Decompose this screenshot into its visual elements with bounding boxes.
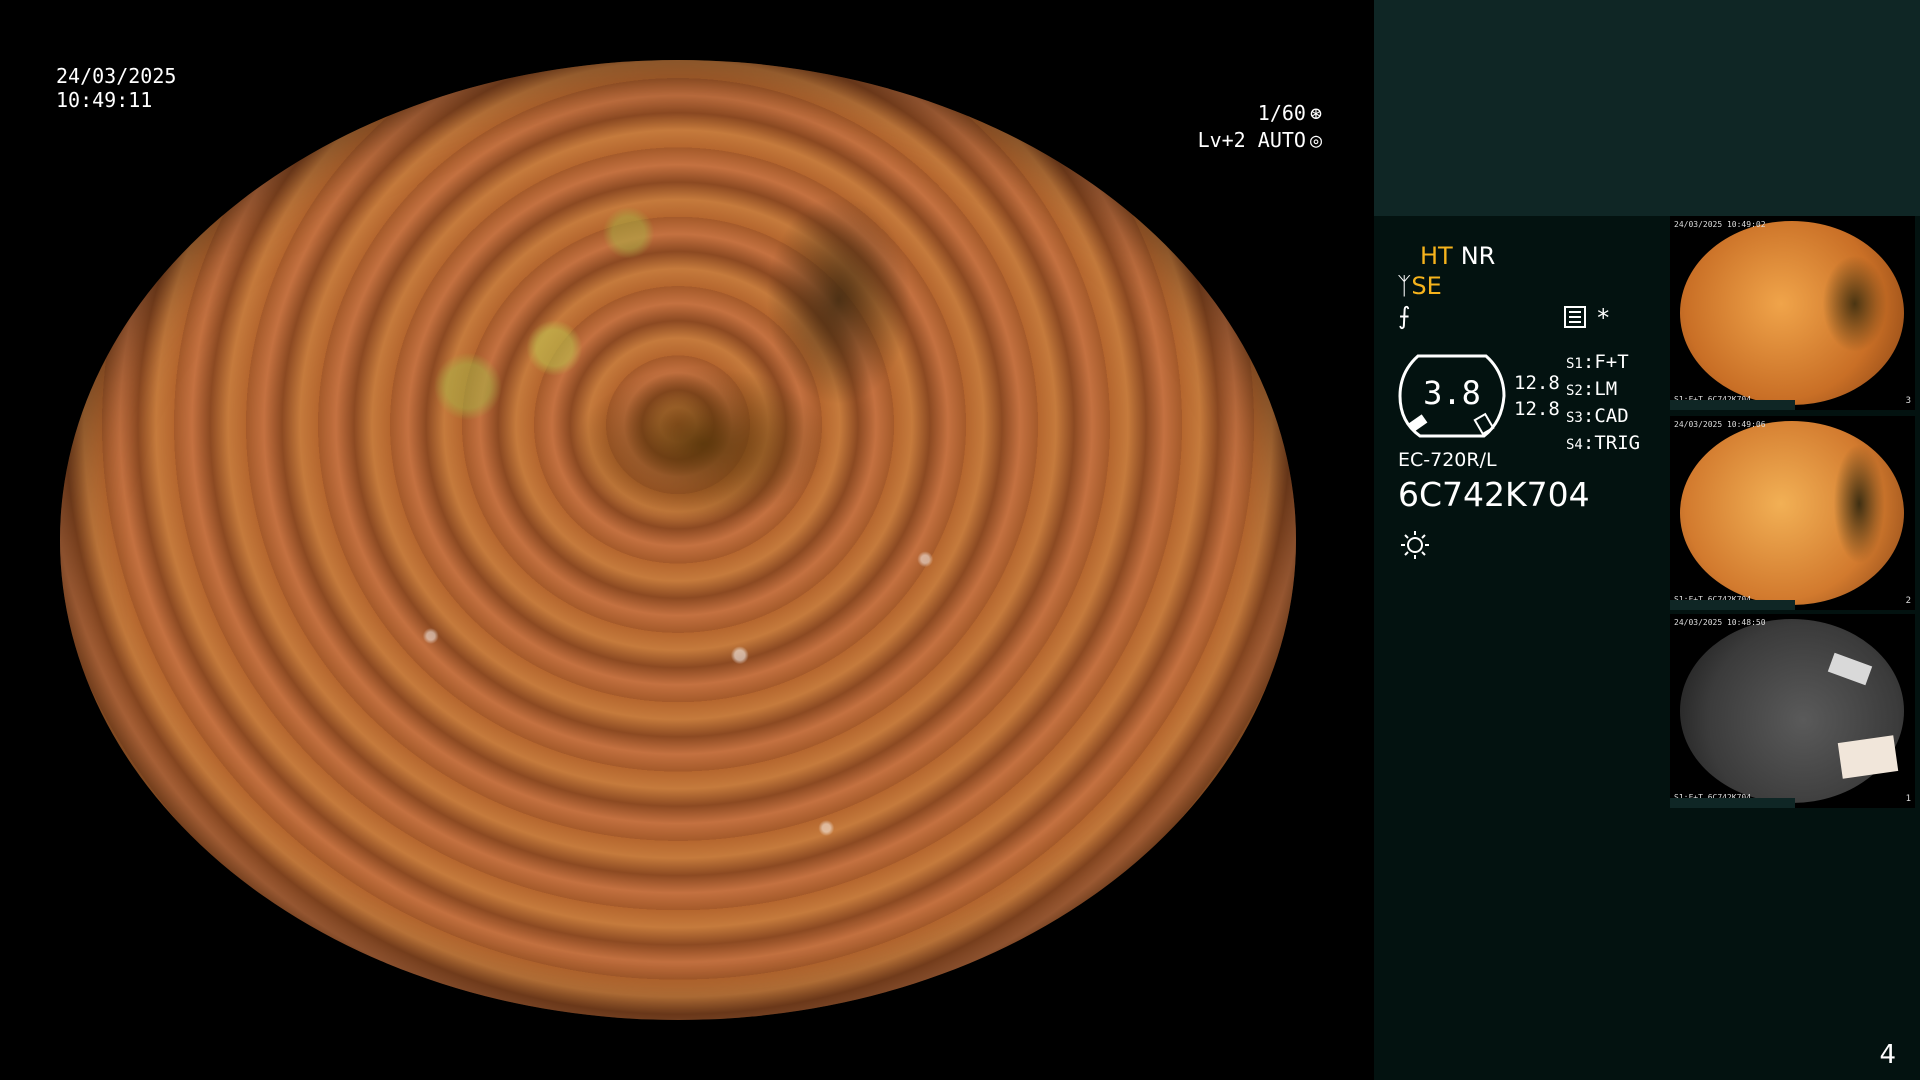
iris-icon: ◎ — [1309, 128, 1322, 152]
scope-serial: 6C742K704 — [1398, 475, 1590, 514]
slot-key: S3 — [1566, 410, 1583, 426]
slot-value: F+T — [1594, 351, 1629, 373]
thumbnail-light-shape — [1827, 652, 1873, 686]
exposure-info: 1/60 ⊛ Lv+2 AUTO ◎ — [1142, 100, 1322, 154]
level-label: Lv+2 — [1197, 128, 1246, 152]
se-mode-label: SE — [1411, 272, 1442, 300]
slot-key: S2 — [1566, 383, 1583, 399]
brightness-icon — [1401, 531, 1429, 559]
menu-settings-icon — [1564, 306, 1586, 328]
thumbnail-index: 1 — [1905, 794, 1911, 804]
scope-tip-icon: ᛉ — [1397, 272, 1412, 300]
thumbnail-bar — [1670, 798, 1795, 808]
endoscope-image — [60, 60, 1296, 1020]
shutter-icon: ⊛ — [1309, 101, 1322, 125]
gauge-value: 3.8 — [1423, 374, 1481, 412]
slot-value: TRIG — [1594, 432, 1641, 454]
capture-thumbnail[interactable]: 24/03/2025 10:49:02 S1:F+T 6C742K704 3 — [1670, 216, 1915, 410]
thumbnail-index: 3 — [1905, 396, 1911, 406]
thumbnail-timestamp: 24/03/2025 10:49:02 — [1674, 220, 1766, 229]
slot-key: S1 — [1566, 356, 1583, 372]
shutter-label: 1/60 — [1257, 101, 1306, 125]
slot-value: CAD — [1594, 405, 1629, 427]
capture-thumbnail[interactable]: 24/03/2025 10:48:50 S1:F+T 6C742K704 1 — [1670, 614, 1915, 808]
slot-row: S3:CAD — [1566, 405, 1629, 427]
nr-mode-label: NR — [1460, 242, 1496, 270]
thumbnail-index: 2 — [1905, 596, 1911, 606]
slot-row: S1:F+T — [1566, 351, 1629, 373]
thumbnail-timestamp: 24/03/2025 10:49:06 — [1674, 420, 1766, 429]
thumbnail-timestamp: 24/03/2025 10:48:50 — [1674, 618, 1766, 627]
se-mode-row: ᛉSE — [1397, 272, 1442, 300]
slot-key: S4 — [1566, 437, 1583, 453]
datetime-display: 24/03/2025 10:49:11 — [56, 64, 176, 112]
main-endoscope-view: 24/03/2025 10:49:11 1/60 ⊛ Lv+2 AUTO ◎ — [0, 0, 1374, 1080]
capture-thumbnail[interactable]: 24/03/2025 10:49:06 S1:F+T 6C742K704 2 — [1670, 416, 1915, 610]
gauge-subvalue-1: 12.8 — [1514, 372, 1560, 394]
thumbnail-bar — [1670, 600, 1795, 610]
ht-mode-label: HT — [1420, 242, 1453, 270]
switch-assignments: S1:F+T S2:LM S3:CAD S4:TRIG — [1566, 350, 1640, 458]
thumbnail-image — [1680, 221, 1904, 405]
gauge-subvalue-2: 12.8 — [1514, 398, 1560, 420]
time-label: 10:49:11 — [56, 88, 153, 112]
thumbnail-image — [1680, 619, 1904, 803]
gauge-subvalues: 12.8 12.8 — [1514, 370, 1560, 422]
thumbnail-image — [1680, 421, 1904, 605]
mode-indicators: HT NR — [1420, 242, 1495, 270]
asterisk-indicator: * — [1596, 304, 1611, 332]
slot-row: S2:LM — [1566, 378, 1618, 400]
slot-row: S4:TRIG — [1566, 432, 1641, 454]
slot-value: LM — [1594, 378, 1618, 400]
page-number: 4 — [1879, 1040, 1896, 1070]
thumbnail-bar — [1670, 400, 1795, 410]
date-label: 24/03/2025 — [56, 64, 177, 88]
side-panel-header — [1374, 0, 1920, 216]
scope-model: EC-720R/L — [1398, 449, 1497, 471]
freeze-icon: ⨍ — [1398, 302, 1411, 330]
iris-label: AUTO — [1257, 128, 1306, 152]
thumbnail-window-shape — [1837, 735, 1899, 779]
